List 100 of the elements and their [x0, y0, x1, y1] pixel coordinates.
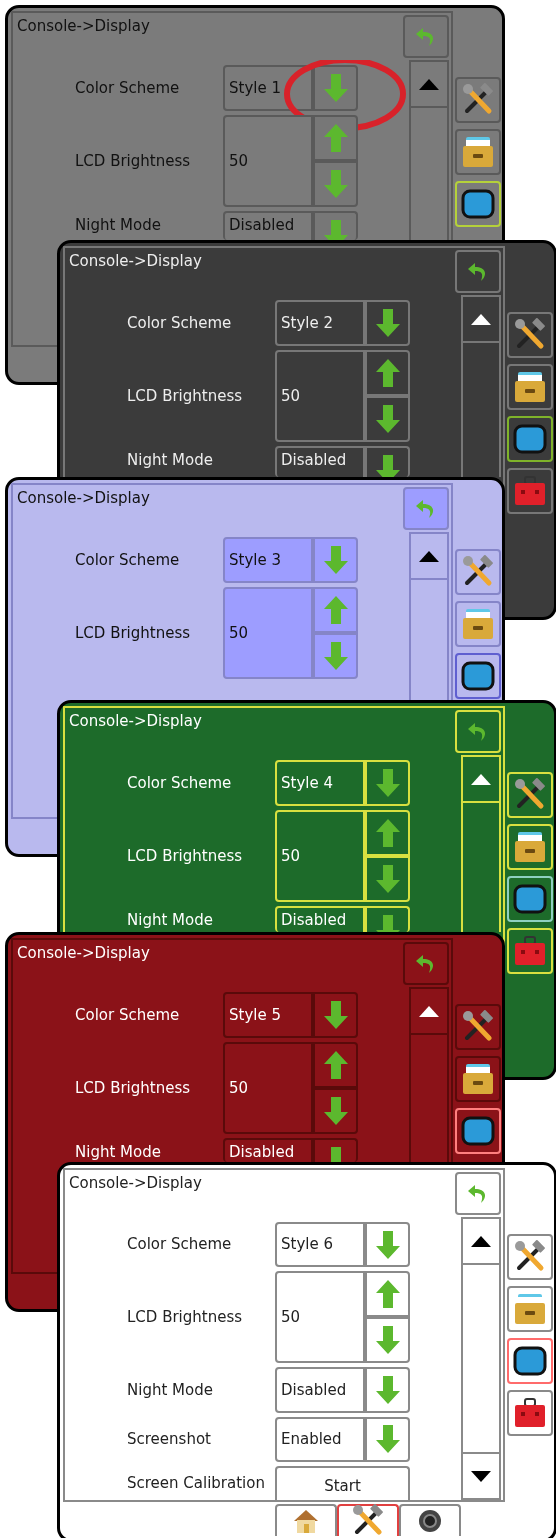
up-arrow-icon	[322, 1050, 349, 1080]
down-arrow-icon	[322, 1000, 349, 1030]
increase-button[interactable]	[365, 1271, 410, 1318]
side-tab[interactable]	[455, 1004, 501, 1050]
scrollbar[interactable]	[409, 987, 449, 1162]
bottom-tab[interactable]	[399, 1504, 461, 1536]
setting-label: LCD Brightness	[127, 1307, 244, 1329]
down-arrow-icon	[374, 308, 401, 338]
toolbox-icon	[513, 476, 547, 506]
up-arrow-icon	[322, 595, 349, 625]
file-drawer-icon	[461, 1063, 495, 1095]
decrease-button[interactable]	[313, 1088, 358, 1134]
dropdown-button[interactable]	[365, 1416, 410, 1462]
down-arrow-icon	[322, 219, 349, 240]
setting-label: Screenshot	[127, 1429, 212, 1451]
value-field[interactable]: 50	[223, 115, 313, 207]
wrench-hammer-icon	[461, 555, 495, 589]
side-tab[interactable]	[455, 1056, 501, 1102]
setting-label: Color Scheme	[75, 77, 181, 99]
dropdown-button[interactable]	[365, 1222, 410, 1268]
value-field[interactable]: 50	[275, 350, 365, 442]
value-field[interactable]: Style 4	[275, 760, 365, 806]
down-arrow-icon	[374, 864, 401, 894]
value-field[interactable]: Disabled	[275, 906, 365, 932]
dropdown-button[interactable]	[313, 992, 358, 1038]
side-tab[interactable]	[507, 416, 553, 462]
value-field[interactable]: Style 5	[223, 992, 313, 1038]
dropdown-button[interactable]	[313, 1138, 358, 1162]
setting-label: LCD Brightness	[127, 385, 244, 407]
scrollbar[interactable]	[409, 60, 449, 240]
wrench-hammer-icon	[513, 318, 547, 352]
scroll-up-icon	[419, 550, 439, 562]
down-arrow-icon	[374, 454, 401, 477]
start-button[interactable]: Start	[275, 1466, 410, 1500]
decrease-button[interactable]	[313, 161, 358, 207]
side-tab[interactable]	[455, 1108, 501, 1154]
dropdown-button[interactable]	[365, 446, 410, 477]
setting-label: Color Scheme	[75, 1004, 181, 1026]
value-field[interactable]: Disabled	[275, 1367, 365, 1413]
dropdown-button[interactable]	[313, 65, 358, 111]
side-tab[interactable]	[455, 549, 501, 595]
increase-button[interactable]	[365, 350, 410, 396]
side-tab[interactable]	[507, 312, 553, 358]
wrench-hammer-icon	[513, 1240, 547, 1274]
scrollbar[interactable]	[461, 1217, 501, 1500]
dropdown-button[interactable]	[365, 300, 410, 346]
bottom-tab[interactable]	[337, 1504, 399, 1536]
setting-label: Color Scheme	[127, 772, 233, 794]
down-arrow-icon	[322, 169, 349, 199]
toolbox-icon	[513, 1398, 547, 1428]
value-field[interactable]: Style 1	[223, 65, 313, 111]
side-tab[interactable]	[507, 364, 553, 410]
value-field[interactable]: Style 3	[223, 537, 313, 583]
value-field[interactable]: Disabled	[223, 1138, 313, 1162]
decrease-button[interactable]	[365, 1317, 410, 1364]
value-field[interactable]: Style 2	[275, 300, 365, 346]
lens-icon	[417, 1508, 443, 1534]
decrease-button[interactable]	[365, 396, 410, 442]
back-button[interactable]	[455, 250, 501, 293]
setting-label: Color Scheme	[127, 312, 233, 334]
back-button[interactable]	[403, 942, 449, 985]
scrollbar[interactable]	[409, 532, 449, 700]
scroll-up-icon	[471, 313, 491, 325]
value-field[interactable]: Style 6	[275, 1222, 365, 1268]
down-arrow-icon	[374, 914, 401, 932]
side-tab[interactable]	[507, 1234, 553, 1280]
up-arrow-icon	[374, 818, 401, 848]
value-field[interactable]: Enabled	[275, 1416, 365, 1462]
side-tab[interactable]	[455, 653, 501, 699]
up-arrow-icon	[374, 358, 401, 388]
value-field[interactable]: Disabled	[275, 446, 365, 477]
file-drawer-icon	[513, 831, 547, 863]
side-tab[interactable]	[507, 1338, 553, 1384]
setting-label: Screen Calibration	[127, 1472, 266, 1494]
breadcrumb-title: Console->Display	[16, 943, 150, 964]
value-field[interactable]: Disabled	[223, 211, 313, 240]
setting-label: LCD Brightness	[75, 622, 192, 644]
increase-button[interactable]	[313, 115, 358, 161]
setting-label: Night Mode	[127, 450, 214, 471]
back-button[interactable]	[403, 15, 449, 58]
scroll-up-icon	[419, 1005, 439, 1017]
monitor-icon	[461, 1116, 495, 1146]
increase-button[interactable]	[313, 1042, 358, 1088]
value-field[interactable]: 50	[275, 1271, 365, 1364]
value-field[interactable]: 50	[275, 810, 365, 902]
setting-label: LCD Brightness	[127, 845, 244, 867]
breadcrumb-title: Console->Display	[16, 16, 150, 37]
side-tab[interactable]	[455, 77, 501, 123]
scrollbar[interactable]	[461, 295, 501, 477]
setting-label: Night Mode	[75, 1142, 162, 1162]
value-field[interactable]: 50	[223, 587, 313, 679]
value-field[interactable]: 50	[223, 1042, 313, 1134]
dropdown-button[interactable]	[313, 211, 358, 240]
side-tab[interactable]	[507, 1390, 553, 1436]
dropdown-button[interactable]	[365, 1367, 410, 1413]
back-button[interactable]	[455, 1172, 501, 1215]
setting-label: Color Scheme	[75, 549, 181, 571]
file-drawer-icon	[513, 371, 547, 403]
side-tab[interactable]	[455, 129, 501, 175]
down-arrow-icon	[322, 641, 349, 671]
